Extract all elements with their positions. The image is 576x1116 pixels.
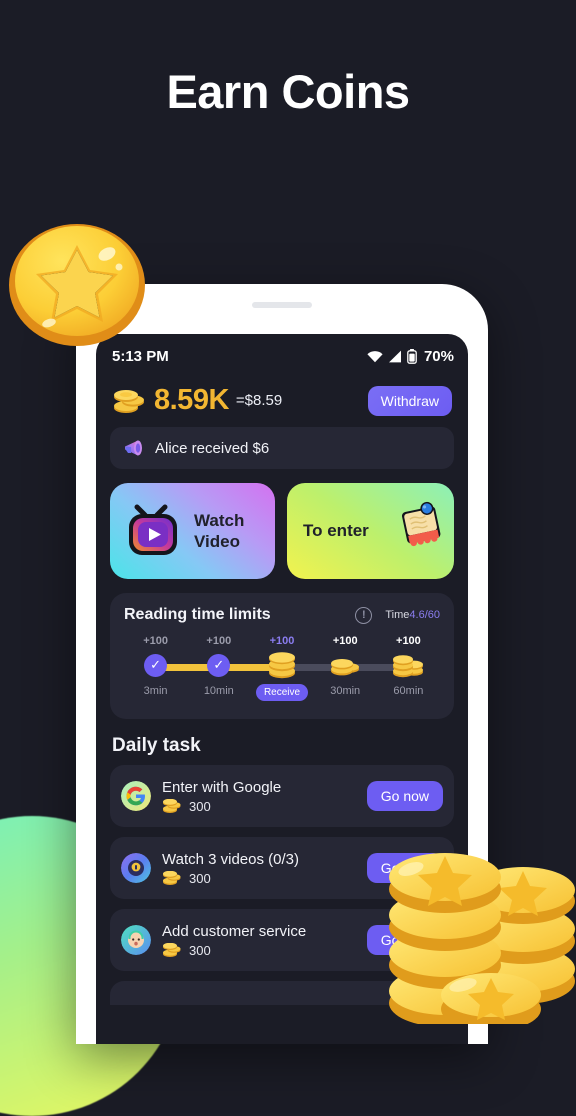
- milestone-2-reward: +100: [269, 635, 295, 647]
- action-cards: Watch Video To enter: [96, 469, 468, 579]
- milestone-2-node: [265, 649, 299, 681]
- battery-icon: [407, 348, 417, 364]
- milestone-3-reward: +100: [332, 635, 358, 647]
- balance-row: 8.59K =$8.59 Withdraw: [96, 378, 468, 427]
- coin-stack-icon: [163, 798, 181, 813]
- milestone-2[interactable]: +100 Receive: [250, 635, 313, 707]
- milestone-3-node: [329, 649, 361, 681]
- balance-usd: =$8.59: [235, 392, 283, 409]
- announcement-banner[interactable]: Alice received $6: [110, 427, 454, 469]
- to-enter-label: To enter: [303, 521, 369, 541]
- reading-time-label: Time: [385, 609, 410, 621]
- milestone-1-node: ✓: [207, 649, 231, 681]
- task-info: Add customer service 300: [162, 923, 306, 958]
- star-coin-decoration: [9, 224, 145, 346]
- announcement-text: Alice received $6: [155, 439, 270, 457]
- reading-time-value: 4.6/60: [409, 609, 440, 621]
- wifi-icon: [367, 350, 383, 362]
- task-name: Add customer service: [162, 922, 307, 940]
- page-title: Earn Coins: [166, 65, 410, 118]
- task-name: Watch 3 videos (0/3): [162, 850, 299, 868]
- go-now-button[interactable]: Go now: [366, 781, 443, 811]
- coin-stack-icon: [163, 942, 181, 957]
- task-reward-amount: 300: [189, 798, 211, 814]
- tv-play-icon: [129, 504, 177, 555]
- watch-video-card[interactable]: Watch Video: [110, 483, 275, 579]
- daily-task-title: Daily task: [112, 735, 201, 756]
- coin-stack-icon: [112, 388, 146, 414]
- check-icon: ✓: [207, 653, 231, 677]
- coin-stack-icon: [163, 870, 181, 885]
- milestone-3: +100 30min: [314, 635, 377, 707]
- watch-video-line2: Video: [194, 532, 240, 551]
- task-reward-amount: 300: [189, 942, 211, 958]
- coin-stack-icon: [331, 659, 360, 676]
- battery-percent: 70%: [423, 347, 454, 365]
- milestone-0-reward: +100: [143, 635, 168, 647]
- video-app-icon: [121, 853, 151, 883]
- milestone-3-caption: 30min: [330, 685, 361, 697]
- task-reward-amount: 300: [189, 870, 211, 886]
- milestone-0: +100 ✓ 3min: [124, 635, 187, 707]
- milestone-4: +100 60min: [377, 635, 440, 707]
- milestone-4-reward: +100: [396, 635, 421, 647]
- milestone-1-reward: +100: [206, 635, 232, 647]
- to-enter-card[interactable]: To enter: [287, 483, 454, 579]
- phone-speaker-icon: [252, 302, 312, 308]
- task-reward: 300: [162, 798, 281, 814]
- task-info: Watch 3 videos (0/3) 300: [162, 851, 299, 886]
- coin-pile-icon: [393, 655, 424, 678]
- reading-milestones: +100 ✓ 3min +100 ✓ 10min +100 Receive +1…: [124, 635, 440, 707]
- task-row[interactable]: Enter with Google 300 Go now: [110, 765, 454, 827]
- watch-video-line1: Watch: [194, 510, 245, 530]
- status-icons: 70%: [367, 348, 454, 365]
- status-bar: 5:13 PM 70%: [96, 334, 468, 378]
- google-icon: [121, 781, 151, 811]
- task-name: Enter with Google: [162, 778, 282, 796]
- task-reward: 300: [162, 942, 306, 958]
- coin-stack-icon: [269, 652, 295, 679]
- balance-amount: 8.59K: [154, 384, 229, 416]
- milestone-4-node: [391, 649, 425, 681]
- cellular-signal-icon: [388, 350, 401, 362]
- reading-time-card: Reading time limits ! Time 4.6/60 +100 ✓…: [110, 593, 454, 719]
- task-reward: 300: [162, 870, 299, 886]
- megaphone-icon: [125, 440, 142, 456]
- reading-title: Reading time limits: [124, 606, 271, 623]
- info-icon[interactable]: !: [355, 606, 373, 624]
- receive-button[interactable]: Receive: [255, 684, 309, 701]
- milestone-1: +100 ✓ 10min: [187, 635, 250, 707]
- milestone-4-caption: 60min: [393, 685, 424, 697]
- milestone-1-caption: 10min: [203, 685, 234, 697]
- check-icon: ✓: [144, 653, 168, 677]
- task-info: Enter with Google 300: [162, 779, 281, 814]
- notepad-pin-icon: [401, 501, 441, 547]
- coin-pile-decoration: [389, 853, 575, 1024]
- milestone-0-node: ✓: [144, 649, 168, 681]
- support-icon: [121, 925, 151, 955]
- reading-header: Reading time limits ! Time 4.6/60: [124, 606, 440, 624]
- watch-video-label: Watch Video: [194, 510, 244, 553]
- withdraw-button[interactable]: Withdraw: [367, 385, 452, 416]
- status-time: 5:13 PM: [112, 347, 169, 365]
- milestone-0-caption: 3min: [143, 685, 168, 697]
